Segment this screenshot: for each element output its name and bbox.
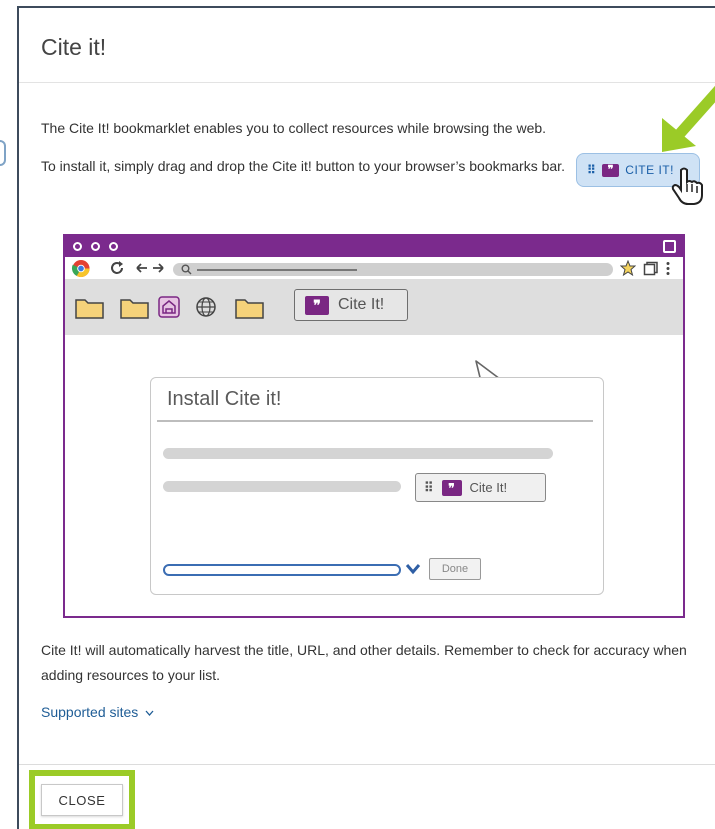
install-panel-divider [157,420,593,422]
placeholder-line [163,448,553,459]
install-cite-it-button: ⠿ ❞ Cite It! [415,473,546,502]
divider [19,82,715,83]
tab-icon [643,261,658,276]
folder-icon [235,299,264,319]
grip-icon: ⠿ [587,163,597,177]
browser-address-bar [65,257,683,279]
globe-icon [196,297,216,317]
quote-icon: ❞ [441,479,462,496]
library-icon [158,296,180,318]
quote-icon: ❞ [305,295,329,315]
grip-icon: ⠿ [424,479,434,495]
close-button-highlight: CLOSE [29,770,135,829]
supported-sites-label: Supported sites [41,704,139,720]
install-cite-it-label: Cite It! [469,480,508,495]
done-button: Done [429,558,481,580]
green-arrow-icon [662,85,715,152]
window-dot [73,242,82,251]
placeholder-line [163,481,401,492]
dialog-title: Cite it! [41,34,107,60]
cite-it-dialog: Cite it! The Cite It! bookmarklet enable… [17,6,715,829]
install-instructions: To install it, simply drag and drop the … [41,158,565,174]
folder-select [163,564,401,576]
bookmarked-cite-it: ❞ Cite It! [294,289,408,321]
folder-icon [75,299,104,319]
bookmarks-bar: ❞ Cite It! [65,279,683,335]
back-forward-icon [136,263,164,273]
maximize-icon [663,240,676,253]
quote-icon: ❞ [602,163,620,177]
omnibox [173,263,613,276]
supported-sites-toggle[interactable]: Supported sites [41,704,154,720]
intro-text: The Cite It! bookmarklet enables you to … [41,120,547,136]
window-dot [91,242,100,251]
footer-divider [19,764,715,765]
chrome-icon [71,259,90,278]
chevron-down-icon [145,710,154,717]
install-panel: Install Cite it! ⠿ ❞ Cite It! Done [150,377,604,595]
browser-illustration: ❞ Cite It! Install Cite it! ⠿ ❞ Cite It!… [63,234,685,618]
folder-icon [120,299,149,319]
background-panel-edge [0,140,6,166]
chevron-down-icon [405,564,421,575]
bookmarklet-button-label: CITE IT! [625,163,674,177]
browser-titlebar [65,236,683,257]
close-button[interactable]: CLOSE [41,784,123,816]
star-icon [620,260,636,276]
window-dot [109,242,118,251]
hand-cursor-icon [671,167,703,205]
install-panel-title: Install Cite it! [167,388,282,410]
reload-icon [111,261,123,274]
bookmarked-cite-it-label: Cite It! [338,296,385,313]
menu-icon [666,262,670,275]
search-icon [181,264,192,275]
harvest-text: Cite It! will automatically harvest the … [41,642,687,683]
